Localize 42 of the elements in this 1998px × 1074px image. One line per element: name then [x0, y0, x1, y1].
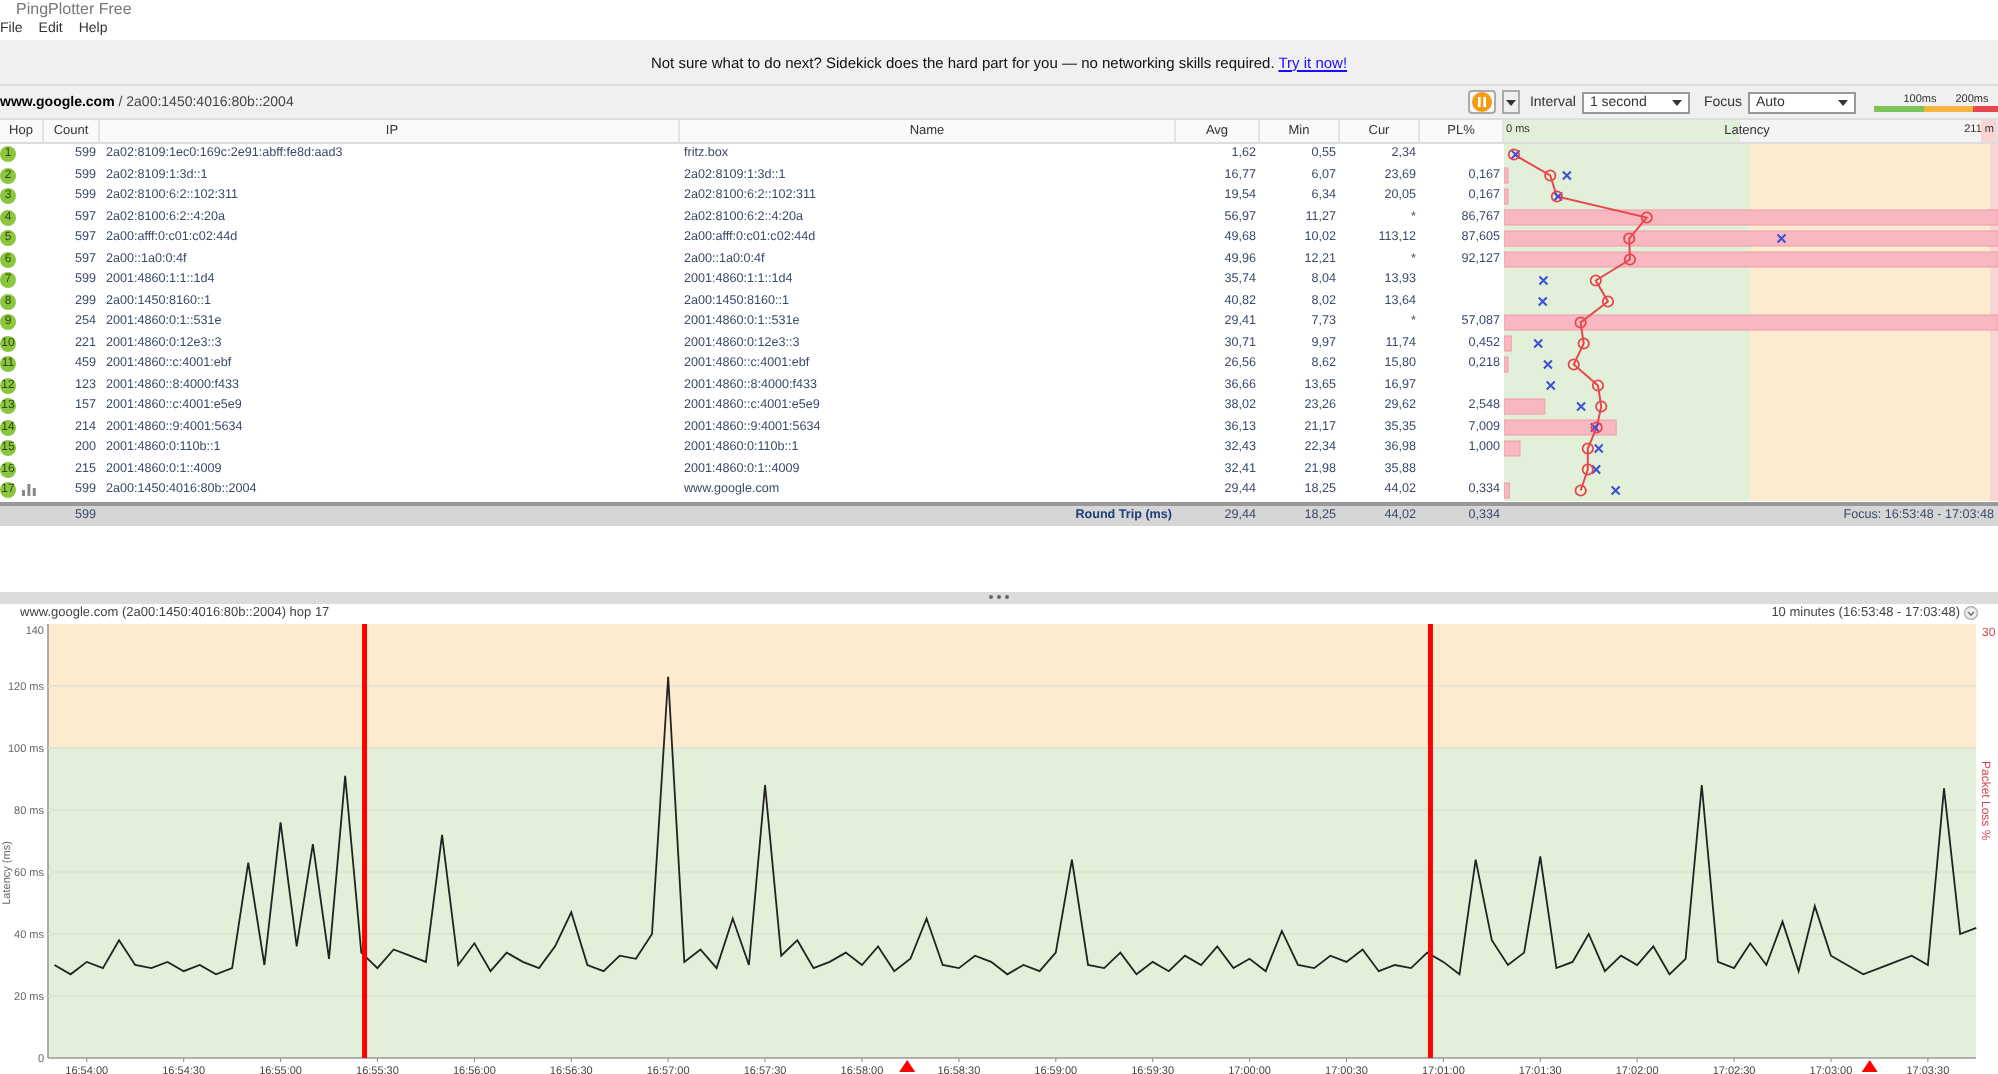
average-latency-marker	[1567, 358, 1580, 371]
average-latency-marker	[1544, 169, 1557, 182]
average-latency-marker	[1601, 295, 1615, 308]
current-latency-marker-icon	[1537, 296, 1548, 307]
window-title: PingPlotter Free	[16, 2, 132, 18]
average-latency-marker	[1577, 337, 1590, 350]
average-latency-marker	[1623, 253, 1636, 266]
packet-loss-bar	[1504, 398, 1546, 415]
current-latency-marker-icon	[1593, 443, 1604, 454]
average-latency-marker	[1623, 232, 1636, 245]
caret-icon	[1838, 99, 1848, 105]
current-latency-marker-icon	[1576, 401, 1587, 412]
pause-icon	[1471, 92, 1492, 112]
current-latency-marker-icon	[1545, 380, 1556, 391]
current-latency-marker-icon	[1561, 170, 1572, 181]
average-latency-marker	[1581, 442, 1594, 455]
dropdown-icon[interactable]	[1964, 606, 1978, 620]
packet-loss-bar	[1504, 335, 1512, 352]
dropdown-button[interactable]	[1501, 90, 1520, 114]
packet-loss-bar	[1504, 419, 1617, 436]
average-latency-marker	[1589, 274, 1602, 287]
packet-loss-bar	[1504, 188, 1509, 205]
packet-loss-bar	[1504, 356, 1509, 373]
current-latency-marker-icon	[1542, 359, 1553, 370]
average-latency-marker	[1640, 211, 1653, 224]
packet-loss-bar	[1504, 167, 1509, 184]
current-latency-marker-icon	[1610, 485, 1621, 496]
current-latency-marker-icon	[1776, 233, 1787, 244]
average-latency-marker	[1581, 463, 1594, 476]
average-latency-marker	[1574, 484, 1587, 497]
caret-icon	[1505, 99, 1516, 105]
current-latency-marker-icon	[1538, 275, 1549, 286]
drag-handle-icon[interactable]	[988, 594, 1010, 600]
caret-icon	[1671, 99, 1682, 105]
average-latency-marker	[1574, 316, 1587, 329]
latency-scale-bar	[1874, 105, 1998, 111]
packet-loss-bar	[1504, 440, 1521, 457]
current-latency-marker-icon	[1533, 338, 1544, 349]
average-latency-marker	[1591, 379, 1605, 392]
current-latency-marker-icon	[1591, 464, 1602, 475]
average-latency-marker	[1595, 400, 1608, 413]
packet-loss-bar	[1504, 482, 1510, 499]
